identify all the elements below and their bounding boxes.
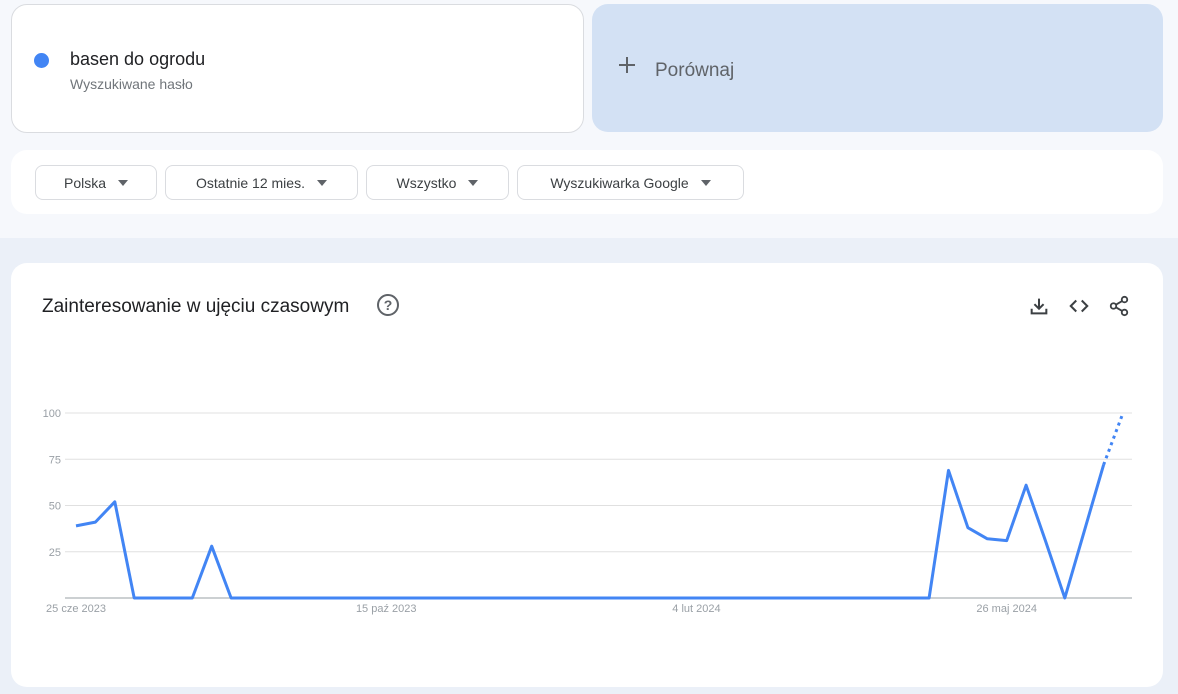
data-point[interactable] bbox=[656, 596, 660, 600]
caret-down-icon bbox=[700, 179, 711, 186]
search-term-title[interactable]: basen do ogrodu bbox=[70, 49, 205, 70]
data-point[interactable] bbox=[1063, 596, 1067, 600]
search-term-subtitle: Wyszukiwane hasło bbox=[70, 76, 193, 92]
data-point[interactable] bbox=[1043, 539, 1047, 543]
y-tick-label: 50 bbox=[49, 501, 61, 513]
data-point[interactable] bbox=[811, 596, 815, 600]
data-point[interactable] bbox=[268, 596, 272, 600]
series-line bbox=[75, 464, 1106, 600]
data-point[interactable] bbox=[132, 596, 136, 600]
data-point[interactable] bbox=[326, 596, 330, 600]
data-point[interactable] bbox=[1102, 463, 1106, 467]
filter-region-dropdown[interactable]: Polska bbox=[35, 165, 157, 200]
data-point[interactable] bbox=[1005, 539, 1009, 543]
data-point[interactable] bbox=[1121, 411, 1125, 415]
filters-bar: Polska Ostatnie 12 mies. Wszystko Wyszuk… bbox=[11, 150, 1163, 214]
data-point[interactable] bbox=[345, 596, 349, 600]
series-line-partial bbox=[1102, 412, 1125, 466]
data-point[interactable] bbox=[908, 596, 912, 600]
data-point[interactable] bbox=[520, 596, 524, 600]
data-point[interactable] bbox=[113, 500, 117, 504]
filter-search-type-dropdown[interactable]: Wyszukiwarka Google bbox=[517, 165, 744, 200]
data-point[interactable] bbox=[791, 596, 795, 600]
data-point[interactable] bbox=[985, 537, 989, 541]
filter-region-label: Polska bbox=[63, 174, 107, 191]
y-tick-label: 25 bbox=[49, 547, 61, 559]
x-tick-label: 4 lut 2024 bbox=[672, 603, 720, 615]
x-tick-label: 25 cze 2023 bbox=[46, 603, 106, 615]
data-point[interactable] bbox=[501, 596, 505, 600]
filter-time-label: Ostatnie 12 mies. bbox=[196, 174, 305, 191]
data-point[interactable] bbox=[947, 468, 951, 472]
data-point[interactable] bbox=[753, 596, 757, 600]
caret-down-icon bbox=[468, 179, 479, 186]
data-point[interactable] bbox=[830, 596, 834, 600]
data-point[interactable] bbox=[559, 596, 563, 600]
data-point[interactable] bbox=[714, 596, 718, 600]
data-point[interactable] bbox=[539, 596, 543, 600]
compare-label: Porównaj bbox=[655, 60, 735, 81]
data-point[interactable] bbox=[423, 596, 427, 600]
data-point[interactable] bbox=[171, 596, 175, 600]
compare-button[interactable]: Porównaj bbox=[592, 4, 1163, 132]
data-point[interactable] bbox=[307, 596, 311, 600]
data-point[interactable] bbox=[365, 596, 369, 600]
data-point[interactable] bbox=[249, 596, 253, 600]
data-point[interactable] bbox=[462, 596, 466, 600]
plus-icon bbox=[618, 56, 636, 74]
data-point[interactable] bbox=[384, 596, 388, 600]
data-point[interactable] bbox=[636, 596, 640, 600]
y-tick-label: 75 bbox=[49, 454, 61, 466]
data-point[interactable] bbox=[74, 524, 78, 528]
caret-down-icon bbox=[118, 179, 129, 186]
data-point[interactable] bbox=[93, 520, 97, 524]
data-point[interactable] bbox=[1082, 529, 1086, 533]
x-tick-label: 15 paź 2023 bbox=[356, 603, 417, 615]
caret-down-icon bbox=[316, 179, 327, 186]
data-point[interactable] bbox=[287, 596, 291, 600]
interest-line-chart: 100 75 50 25 25 cze 2023 15 paź 2023 4 lut 202… bbox=[43, 408, 1132, 615]
data-point[interactable] bbox=[733, 596, 737, 600]
data-point[interactable] bbox=[598, 596, 602, 600]
data-point[interactable] bbox=[481, 596, 485, 600]
y-tick-label: 100 bbox=[43, 408, 61, 420]
data-point[interactable] bbox=[442, 596, 446, 600]
data-point[interactable] bbox=[1024, 483, 1028, 487]
data-point[interactable] bbox=[850, 596, 854, 600]
data-point[interactable] bbox=[772, 596, 776, 600]
data-point[interactable] bbox=[888, 596, 892, 600]
data-point[interactable] bbox=[966, 526, 970, 530]
data-point[interactable] bbox=[694, 596, 698, 600]
x-tick-label: 26 maj 2024 bbox=[976, 603, 1037, 615]
data-point[interactable] bbox=[404, 596, 408, 600]
filter-search-type-label: Wyszukiwarka Google bbox=[550, 174, 689, 191]
search-term-card[interactable]: basen do ogrodu Wyszukiwane hasło bbox=[11, 4, 584, 133]
filter-category-label: Wszystko bbox=[396, 174, 457, 191]
data-point[interactable] bbox=[578, 596, 582, 600]
data-point[interactable] bbox=[229, 596, 233, 600]
data-point[interactable] bbox=[869, 596, 873, 600]
data-point[interactable] bbox=[617, 596, 621, 600]
filter-time-dropdown[interactable]: Ostatnie 12 mies. bbox=[165, 165, 358, 200]
data-point[interactable] bbox=[927, 596, 931, 600]
data-point[interactable] bbox=[210, 544, 214, 548]
data-point[interactable] bbox=[152, 596, 156, 600]
filter-category-dropdown[interactable]: Wszystko bbox=[366, 165, 509, 200]
data-point[interactable] bbox=[190, 596, 194, 600]
term-color-dot bbox=[34, 53, 49, 68]
data-point[interactable] bbox=[675, 596, 679, 600]
interest-over-time-card: Zainteresowanie w ujęciu czasowym ? 100 7… bbox=[11, 263, 1163, 687]
